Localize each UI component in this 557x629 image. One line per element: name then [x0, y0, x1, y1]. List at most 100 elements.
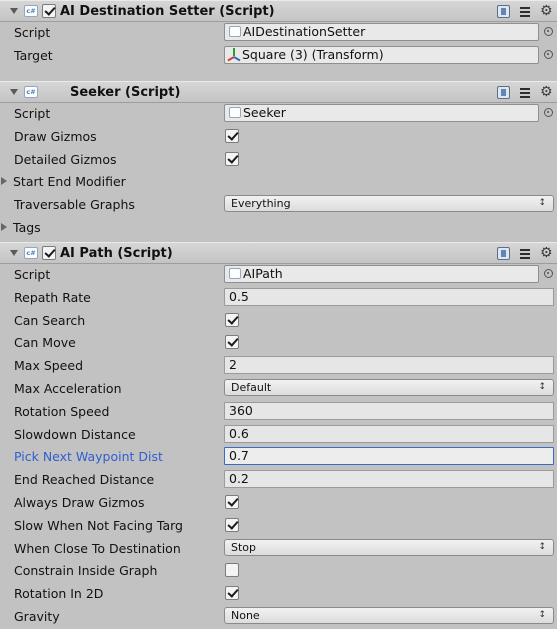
object-field[interactable]: Square (3) (Transform) [224, 45, 539, 64]
component-header[interactable]: c# AI Destination Setter (Script) ⚙ [0, 0, 557, 22]
property-row-start-end-modifier: Start End Modifier [0, 171, 557, 193]
dropdown-when-close-to-destination[interactable]: Stop ↕ [224, 538, 554, 556]
dropdown-arrow-icon: ↕ [538, 610, 546, 620]
cs-script-icon: c# [24, 5, 38, 17]
presets-icon[interactable] [517, 85, 531, 101]
fold-arrow-icon[interactable] [10, 250, 18, 256]
component-ai-path: c# AI Path (Script) ⚙ Script AIPath Repath Ra… [0, 242, 557, 624]
number-field-slowdown-distance[interactable]: 0.6 [224, 424, 554, 443]
property-label: Always Draw Gizmos [14, 495, 145, 510]
property-label: Rotation In 2D [14, 586, 104, 602]
field-value: AIPath [243, 266, 283, 281]
property-label: Constrain Inside Graph [14, 563, 158, 579]
cs-script-icon [229, 268, 241, 279]
property-label: Slowdown Distance [14, 426, 136, 442]
gear-icon[interactable]: ⚙ [540, 245, 553, 261]
cs-script-icon [229, 26, 241, 37]
checkbox-draw-gizmos[interactable] [225, 128, 239, 143]
component-title: AI Path (Script) [60, 246, 173, 261]
fold-arrow-icon[interactable] [10, 8, 18, 14]
foldout-arrow-icon[interactable] [1, 177, 7, 186]
object-picker-icon[interactable] [544, 108, 553, 117]
property-label: End Reached Distance [14, 472, 155, 488]
object-picker-icon[interactable] [544, 49, 553, 59]
number-field-rotation-speed[interactable]: 360 [224, 401, 554, 420]
help-book-icon[interactable] [497, 5, 510, 18]
number-field-end-reached-distance[interactable]: 0.2 [224, 470, 554, 489]
component-enabled-checkbox[interactable] [42, 246, 56, 260]
property-label[interactable]: Tags [13, 220, 41, 235]
property-row-draw-gizmos: Draw Gizmos [0, 126, 557, 148]
checkbox-can-search[interactable] [225, 312, 239, 327]
component-header[interactable]: c# AI Path (Script) ⚙ [0, 242, 557, 264]
property-label: Pick Next Waypoint Dist [14, 449, 163, 465]
script-field[interactable]: AIDestinationSetter [224, 23, 539, 41]
checkbox-rotation-in-2d[interactable] [225, 586, 239, 601]
number-field-repath-rate[interactable]: 0.5 [224, 287, 554, 306]
checkbox-can-move[interactable] [225, 335, 239, 350]
help-book-icon[interactable] [497, 247, 510, 260]
property-label: Script [14, 106, 51, 121]
object-picker-icon[interactable] [544, 269, 553, 278]
property-row-rotation-in-2d: Rotation In 2D [0, 583, 557, 605]
property-label: Slow When Not Facing Targ [14, 517, 183, 533]
checkbox-always-draw-gizmos[interactable] [225, 495, 239, 509]
transform-icon [227, 47, 241, 62]
cs-script-icon: c# [24, 86, 38, 98]
component-header[interactable]: c# Seeker (Script) ⚙ [0, 81, 557, 103]
checkbox-detailed-gizmos[interactable] [225, 151, 239, 166]
property-label: Max Acceleration [14, 381, 122, 396]
gear-icon[interactable]: ⚙ [540, 84, 553, 100]
fold-arrow-icon[interactable] [10, 89, 18, 95]
property-row-pick-next-waypoint-dist: Pick Next Waypoint Dist 0.7 [0, 446, 557, 468]
component-enabled-checkbox[interactable] [42, 4, 56, 18]
dropdown-arrow-icon: ↕ [538, 382, 546, 392]
help-book-icon[interactable] [497, 86, 510, 99]
property-row-end-reached-distance: End Reached Distance 0.2 [0, 469, 557, 491]
property-label: Detailed Gizmos [14, 151, 117, 167]
dropdown-max-acceleration[interactable]: Default ↕ [224, 379, 554, 396]
presets-icon[interactable] [517, 246, 531, 262]
dropdown-value: Default [231, 381, 272, 394]
presets-icon[interactable] [517, 4, 531, 20]
checkbox-slow-when-not-facing-targ[interactable] [225, 517, 239, 532]
property-row-max-speed: Max Speed 2 [0, 355, 557, 377]
property-label: Can Move [14, 335, 76, 351]
script-field[interactable]: Seeker [224, 104, 539, 122]
property-row-script: Script AIPath [0, 264, 557, 286]
property-label: Traversable Graphs [14, 197, 135, 213]
field-value: AIDestinationSetter [243, 24, 366, 39]
property-row-tags: Tags [0, 217, 557, 239]
property-label: Gravity [14, 609, 60, 624]
foldout-arrow-icon[interactable] [1, 223, 7, 231]
dropdown-gravity[interactable]: None ↕ [224, 607, 554, 624]
checkbox-constrain-inside-graph[interactable] [225, 563, 239, 578]
number-field-pick-next-waypoint-dist[interactable]: 0.7 [224, 447, 554, 466]
property-row-can-search: Can Search [0, 310, 557, 332]
dropdown-traversable-graphs[interactable]: Everything ↕ [224, 195, 554, 213]
property-label[interactable]: Start End Modifier [13, 174, 126, 189]
property-row-max-acceleration: Max Acceleration Default ↕ [0, 378, 557, 400]
property-label: Max Speed [14, 358, 84, 374]
property-label: Rotation Speed [14, 403, 110, 419]
property-row-when-close-to-destination: When Close To Destination Stop ↕ [0, 538, 557, 560]
property-label: Target [14, 47, 53, 63]
component-seeker: c# Seeker (Script) ⚙ Script Seeker Draw Gizmo… [0, 81, 557, 235]
property-label: Repath Rate [14, 289, 91, 305]
cs-script-icon [229, 107, 241, 118]
property-row-gravity: Gravity None ↕ [0, 606, 557, 628]
property-row-always-draw-gizmos: Always Draw Gizmos [0, 492, 557, 514]
property-row-script: Script Seeker [0, 103, 557, 125]
object-picker-icon[interactable] [544, 27, 553, 36]
inspector-panel: c# AI Destination Setter (Script) ⚙ Script A… [0, 0, 557, 629]
property-row-script: Script AIDestinationSetter [0, 22, 557, 44]
gear-icon[interactable]: ⚙ [540, 3, 553, 19]
property-label: Can Search [14, 312, 86, 328]
property-row-can-move: Can Move [0, 332, 557, 354]
number-field-max-speed[interactable]: 2 [224, 356, 554, 375]
property-row-slow-when-not-facing-targ: Slow When Not Facing Targ [0, 515, 557, 537]
script-field[interactable]: AIPath [224, 265, 539, 283]
property-row-target: Target Square (3) (Transform) [0, 45, 557, 67]
property-label: Script [14, 25, 51, 40]
dropdown-value: Stop [231, 540, 257, 554]
